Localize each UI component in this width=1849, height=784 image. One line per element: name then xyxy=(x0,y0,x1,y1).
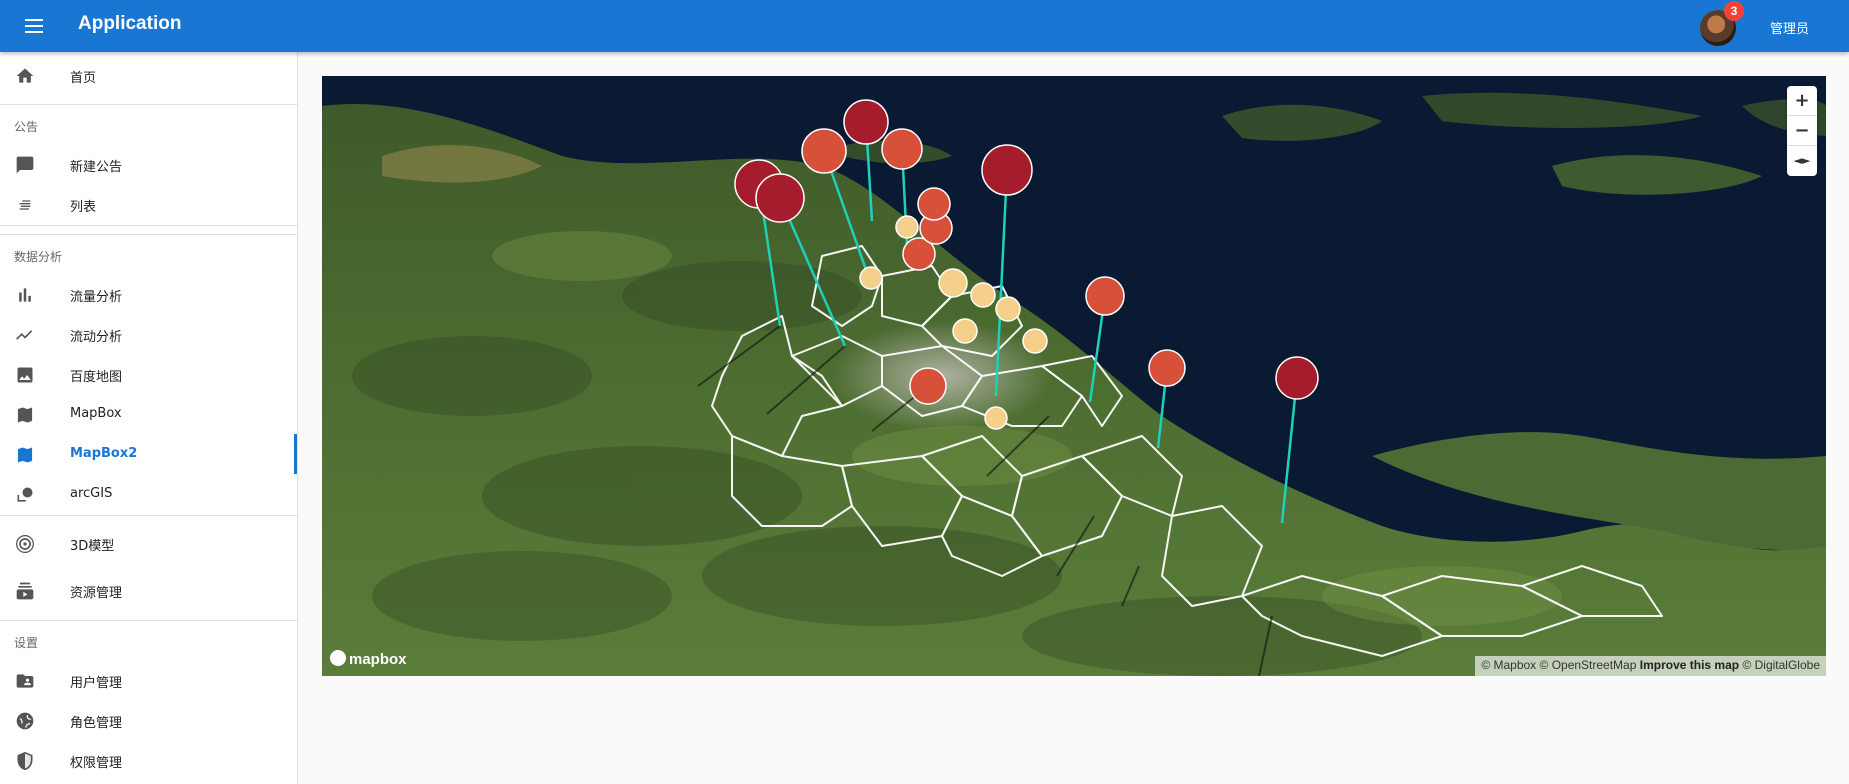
map-marker[interactable] xyxy=(952,318,978,344)
sidebar-item-mapbox2[interactable]: MapBox2 xyxy=(0,434,297,474)
sidebar-item-resource-mgmt[interactable]: 资源管理 xyxy=(0,570,297,610)
improve-map-link[interactable]: Improve this map xyxy=(1640,658,1739,672)
divider xyxy=(0,234,297,235)
attribution-text[interactable]: © DigitalGlobe xyxy=(1742,658,1820,672)
sidebar-item-role-mgmt[interactable]: 角色管理 xyxy=(0,700,297,740)
map-marker[interactable] xyxy=(1022,328,1048,354)
list-icon xyxy=(19,200,31,210)
comment-icon xyxy=(16,156,34,174)
map-icon xyxy=(17,407,33,423)
subscriptions-icon xyxy=(16,582,34,600)
map-marker[interactable] xyxy=(755,173,805,223)
sidebar-item-arcgis[interactable]: arcGIS xyxy=(0,474,297,514)
map-marker[interactable] xyxy=(859,266,883,290)
sidebar-item-label: arcGIS xyxy=(70,486,113,501)
sidebar-item-label: 百度地图 xyxy=(70,370,123,385)
attribution-text[interactable]: © Mapbox © OpenStreetMap xyxy=(1481,658,1636,672)
compass-button[interactable]: ◄► xyxy=(1787,146,1817,176)
sidebar-item-label: 流量分析 xyxy=(70,290,123,305)
sidebar-item-label: 资源管理 xyxy=(70,586,123,601)
app-title: Application xyxy=(78,13,182,34)
sidebar: 首页 公告 新建公告 列表 数据分析 流量分析 流动分析 百度地图 MapBox… xyxy=(0,52,298,784)
marker-stem xyxy=(994,169,1009,397)
sidebar-item-list[interactable]: 列表 xyxy=(0,184,297,224)
user-name[interactable]: 管理员 xyxy=(1770,18,1809,37)
map-marker[interactable] xyxy=(970,282,996,308)
map-marker[interactable] xyxy=(995,296,1021,322)
map-marker[interactable] xyxy=(801,128,847,174)
map-icon xyxy=(17,447,33,463)
divider xyxy=(0,225,297,226)
sidebar-item-new-notice[interactable]: 新建公告 xyxy=(0,144,297,184)
map-marker[interactable] xyxy=(909,367,947,405)
sidebar-item-label: 首页 xyxy=(70,71,97,86)
sidebar-item-home[interactable]: 首页 xyxy=(0,55,297,95)
map-view[interactable]: + − ◄► mapbox © Mapbox © OpenStreetMap I… xyxy=(322,76,1826,676)
map-marker[interactable] xyxy=(843,99,889,145)
sidebar-item-label: 用户管理 xyxy=(70,676,123,691)
marker-stem xyxy=(1280,377,1299,524)
zoom-out-button[interactable]: − xyxy=(1787,116,1817,146)
sidebar-item-3d-model[interactable]: 3D模型 xyxy=(0,523,297,563)
map-marker[interactable] xyxy=(984,406,1008,430)
section-title-notice: 公告 xyxy=(14,120,39,134)
sidebar-item-baidu-map[interactable]: 百度地图 xyxy=(0,354,297,394)
menu-icon[interactable] xyxy=(22,16,46,36)
sidebar-item-flow-analysis[interactable]: 流动分析 xyxy=(0,314,297,354)
sidebar-item-label: MapBox2 xyxy=(70,446,138,461)
zoom-in-button[interactable]: + xyxy=(1787,86,1817,116)
map-marker[interactable] xyxy=(895,215,919,239)
map-attribution: © Mapbox © OpenStreetMap Improve this ma… xyxy=(1475,656,1826,676)
globe-icon xyxy=(16,712,34,730)
sidebar-item-label: 角色管理 xyxy=(70,716,123,731)
mapbox-logo-icon xyxy=(330,650,346,666)
sidebar-item-label: 列表 xyxy=(70,200,97,215)
radio-tower-icon xyxy=(16,535,34,553)
sidebar-item-label: 新建公告 xyxy=(70,160,123,175)
divider xyxy=(0,104,297,105)
map-marker[interactable] xyxy=(981,144,1033,196)
sidebar-item-label: 流动分析 xyxy=(70,330,123,345)
section-title-analysis: 数据分析 xyxy=(14,250,63,264)
mapbox-logo[interactable]: mapbox xyxy=(330,650,407,668)
bar-chart-icon xyxy=(19,288,31,302)
notification-badge[interactable]: 3 xyxy=(1724,1,1744,21)
trending-icon xyxy=(16,330,33,340)
sidebar-item-label: 3D模型 xyxy=(70,539,115,554)
user-folder-icon xyxy=(16,674,34,688)
sidebar-item-traffic-analysis[interactable]: 流量分析 xyxy=(0,274,297,314)
sidebar-item-label: MapBox xyxy=(70,406,122,421)
section-title-settings: 设置 xyxy=(14,636,39,650)
map-controls: + − ◄► xyxy=(1787,86,1817,176)
home-icon xyxy=(16,68,34,83)
sidebar-item-mapbox[interactable]: MapBox xyxy=(0,394,297,434)
map-marker[interactable] xyxy=(1085,276,1125,316)
shield-icon xyxy=(17,751,33,771)
sidebar-item-user-mgmt[interactable]: 用户管理 xyxy=(0,660,297,700)
layers-icon xyxy=(17,487,33,502)
sidebar-item-permission-mgmt[interactable]: 权限管理 xyxy=(0,740,297,780)
divider xyxy=(0,515,297,516)
marker-layer xyxy=(734,99,1319,524)
map-marker[interactable] xyxy=(938,268,968,298)
map-marker[interactable] xyxy=(917,187,951,221)
app-bar: Application 3 管理员 xyxy=(0,0,1849,52)
image-icon xyxy=(17,367,33,383)
mapbox-logo-text: mapbox xyxy=(349,651,407,668)
map-marker[interactable] xyxy=(1275,356,1319,400)
sidebar-item-label: 权限管理 xyxy=(70,756,123,771)
map-marker[interactable] xyxy=(1148,349,1186,387)
divider xyxy=(0,620,297,621)
map-marker[interactable] xyxy=(881,128,923,170)
